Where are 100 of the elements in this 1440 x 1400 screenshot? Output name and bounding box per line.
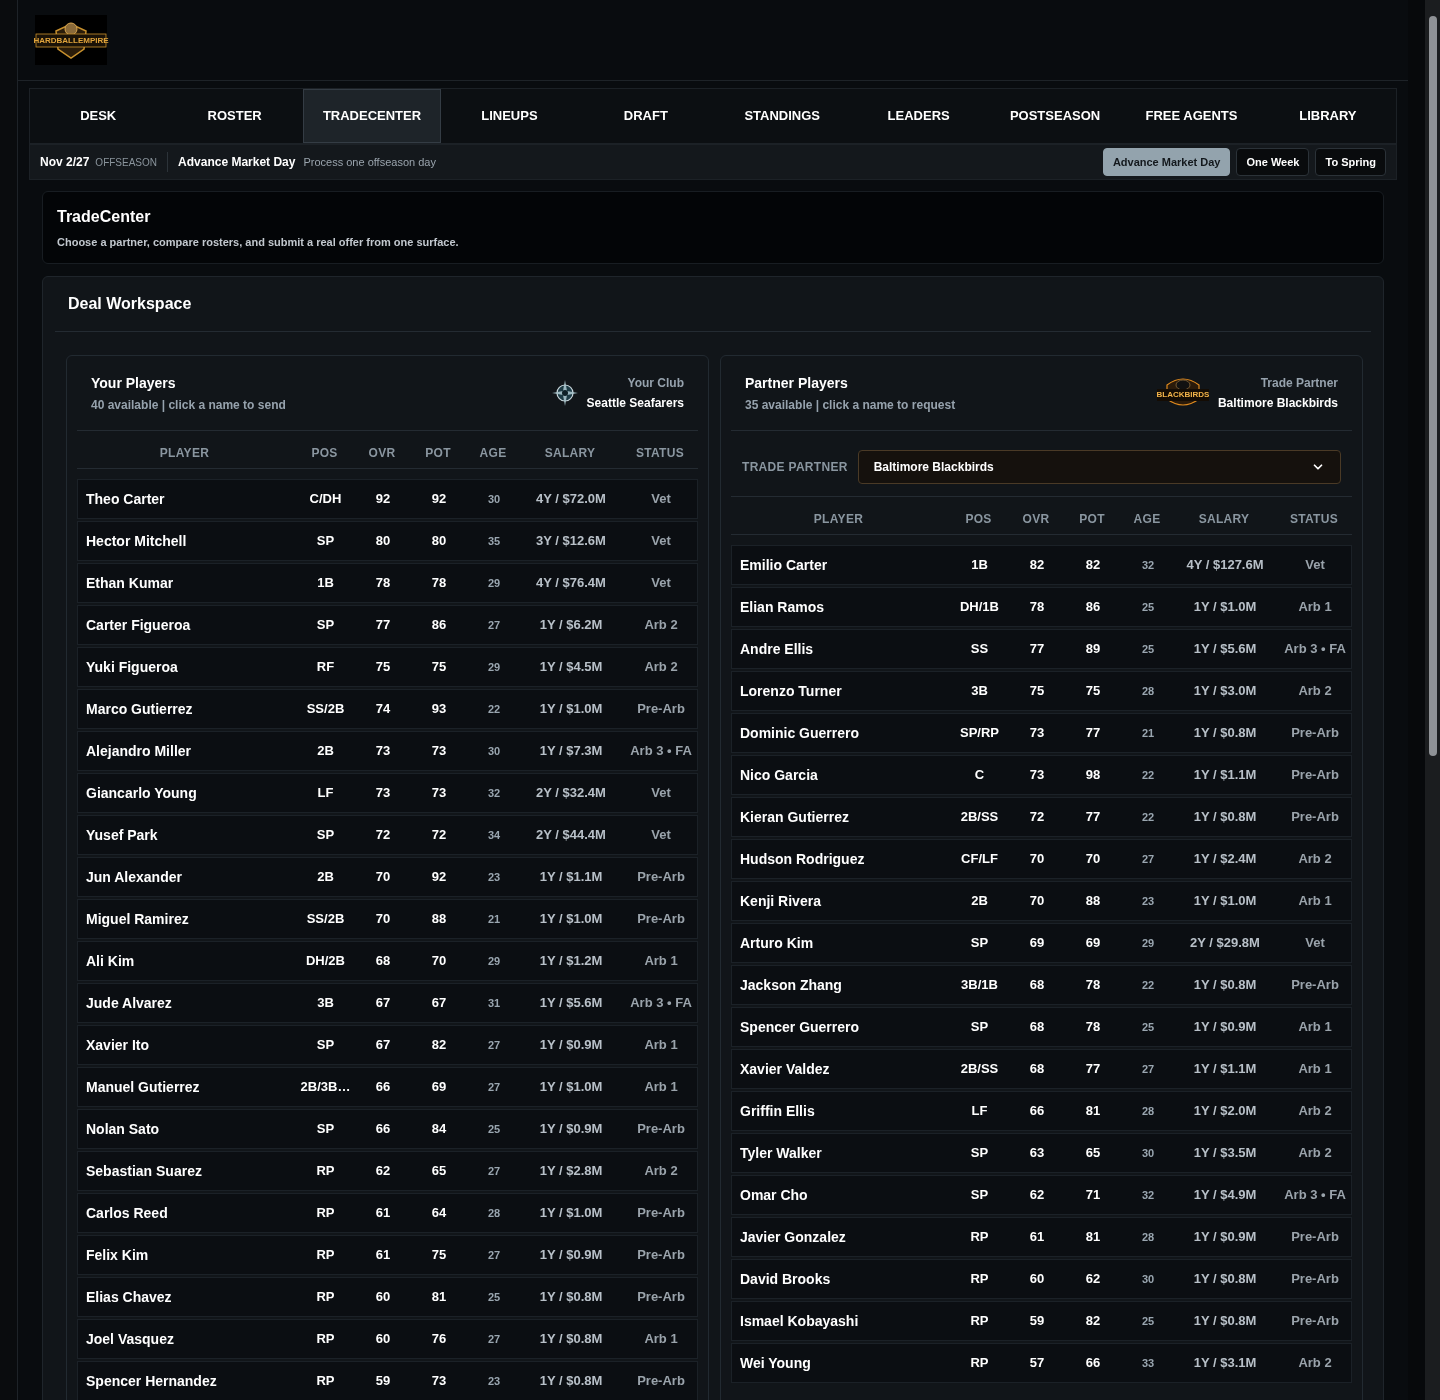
nav-tab[interactable]: TRADECENTER bbox=[302, 89, 442, 143]
player-row[interactable]: Griffin Ellis LF 66 81 28 1Y / $2.0M Arb 2 bbox=[731, 1091, 1352, 1131]
player-row[interactable]: Spencer Hernandez RP 59 73 23 1Y / $0.8M Pre-Arb bbox=[77, 1361, 698, 1400]
player-row[interactable]: Yusef Park SP 72 72 34 2Y / $44.4M Vet bbox=[77, 815, 698, 855]
table-cell-text: 31 bbox=[486, 995, 502, 1011]
table-cell-text: 67 bbox=[374, 994, 392, 1013]
table-cell-text: 1Y / $0.8M bbox=[1192, 808, 1258, 827]
table-cell-text: 1Y / $0.8M bbox=[1192, 1270, 1258, 1289]
table-cell-text: 25 bbox=[1140, 641, 1156, 657]
player-row[interactable]: Ethan Kumar 1B 78 78 29 4Y / $76.4M Vet bbox=[77, 563, 698, 603]
table-cell-text: 1Y / $4.5M bbox=[538, 658, 604, 677]
scrollbar[interactable] bbox=[1425, 0, 1440, 1400]
column-header: POS bbox=[964, 510, 993, 528]
table-cell-text: Spencer Hernandez bbox=[85, 1371, 218, 1391]
player-row[interactable]: Kenji Rivera 2B 70 88 23 1Y / $1.0M Arb 1 bbox=[731, 881, 1352, 921]
player-row[interactable]: Ismael Kobayashi RP 59 82 25 1Y / $0.8M Pre-Arb bbox=[731, 1301, 1352, 1341]
nav-tab[interactable]: LEADERS bbox=[850, 89, 987, 143]
player-row[interactable]: Emilio Carter 1B 82 82 32 4Y / $127.6M Vet bbox=[731, 545, 1352, 585]
table-cell-text: 3Y / $12.6M bbox=[535, 532, 607, 551]
table-cell-text: 28 bbox=[1140, 1103, 1156, 1119]
player-row[interactable]: Wei Young RP 57 66 33 1Y / $3.1M Arb 2 bbox=[731, 1343, 1352, 1383]
table-cell-text: 23 bbox=[486, 1373, 502, 1389]
player-row[interactable]: Jude Alvarez 3B 67 67 31 1Y / $5.6M Arb 3 • FA bbox=[77, 983, 698, 1023]
table-cell-text: Vet bbox=[1304, 556, 1326, 575]
table-cell-text: Alejandro Miller bbox=[85, 741, 193, 761]
player-row[interactable]: Alejandro Miller 2B 73 73 30 1Y / $7.3M Arb 3 • FA bbox=[77, 731, 698, 771]
table-cell-text: 75 bbox=[430, 658, 448, 677]
player-row[interactable]: Hector Mitchell SP 80 80 35 3Y / $12.6M Vet bbox=[77, 521, 698, 561]
nav-tab[interactable]: LIBRARY bbox=[1259, 89, 1397, 143]
table-cell-text: SP bbox=[969, 934, 990, 953]
player-row[interactable]: Xavier Ito SP 67 82 27 1Y / $0.9M Arb 1 bbox=[77, 1025, 698, 1065]
table-cell-text: RP bbox=[315, 1162, 336, 1181]
player-row[interactable]: Hudson Rodriguez CF/LF 70 70 27 1Y / $2.4M Arb 2 bbox=[731, 839, 1352, 879]
player-row[interactable]: Omar Cho SP 62 71 32 1Y / $4.9M Arb 3 • FA bbox=[731, 1175, 1352, 1215]
table-cell-text: Pre-Arb bbox=[1290, 808, 1340, 827]
time-button[interactable]: One Week bbox=[1236, 148, 1310, 176]
table-cell-text: 1Y / $6.2M bbox=[538, 616, 604, 635]
table-cell-text: 77 bbox=[1084, 808, 1102, 827]
nav-tab[interactable]: DESK bbox=[30, 89, 167, 143]
player-row[interactable]: Dominic Guerrero SP/RP 73 77 21 1Y / $0.8M Pre-Arb bbox=[731, 713, 1352, 753]
table-cell-text: 75 bbox=[1084, 682, 1102, 701]
player-row[interactable]: Manuel Gutierrez 2B/3B… 66 69 27 1Y / $1.0M Arb 1 bbox=[77, 1067, 698, 1107]
player-row[interactable]: Tyler Walker SP 63 65 30 1Y / $3.5M Arb 2 bbox=[731, 1133, 1352, 1173]
player-row[interactable]: Nolan Sato SP 66 84 25 1Y / $0.9M Pre-Arb bbox=[77, 1109, 698, 1149]
player-row[interactable]: Jun Alexander 2B 70 92 23 1Y / $1.1M Pre-Arb bbox=[77, 857, 698, 897]
table-cell-text: 29 bbox=[486, 575, 502, 591]
nav-tab[interactable]: FREE AGENTS bbox=[1123, 89, 1260, 143]
player-row[interactable]: Sebastian Suarez RP 62 65 27 1Y / $2.8M Arb 2 bbox=[77, 1151, 698, 1191]
player-row[interactable]: Elian Ramos DH/1B 78 86 25 1Y / $1.0M Arb 1 bbox=[731, 587, 1352, 627]
table-cell-text: 28 bbox=[1140, 1229, 1156, 1245]
nav-tab[interactable]: DRAFT bbox=[577, 89, 715, 143]
player-row[interactable]: Yuki Figueroa RF 75 75 29 1Y / $4.5M Arb 2 bbox=[77, 647, 698, 687]
player-row[interactable]: Andre Ellis SS 77 89 25 1Y / $5.6M Arb 3 • FA bbox=[731, 629, 1352, 669]
player-row[interactable]: Giancarlo Young LF 73 73 32 2Y / $32.4M Vet bbox=[77, 773, 698, 813]
player-row[interactable]: Lorenzo Turner 3B 75 75 28 1Y / $3.0M Arb 2 bbox=[731, 671, 1352, 711]
nav-tab[interactable]: LINEUPS bbox=[441, 89, 578, 143]
table-cell-text: 27 bbox=[486, 617, 502, 633]
table-cell-text: 67 bbox=[430, 994, 448, 1013]
table-cell-text: 2B bbox=[970, 892, 989, 911]
nav-tab[interactable]: POSTSEASON bbox=[986, 89, 1124, 143]
table-cell-text: 70 bbox=[1028, 850, 1046, 869]
table-cell-text: 27 bbox=[1140, 1061, 1156, 1077]
action-title: Advance Market Day bbox=[178, 154, 296, 171]
nav-tab[interactable]: STANDINGS bbox=[714, 89, 851, 143]
player-row[interactable]: Xavier Valdez 2B/SS 68 77 27 1Y / $1.1M Arb 1 bbox=[731, 1049, 1352, 1089]
time-button[interactable]: To Spring bbox=[1315, 148, 1386, 176]
player-row[interactable]: Theo Carter C/DH 92 92 30 4Y / $72.0M Vet bbox=[77, 479, 698, 519]
player-row[interactable]: Carlos Reed RP 61 64 28 1Y / $1.0M Pre-Arb bbox=[77, 1193, 698, 1233]
player-row[interactable]: Miguel Ramirez SS/2B 70 88 21 1Y / $1.0M Pre-Arb bbox=[77, 899, 698, 939]
player-row[interactable]: Spencer Guerrero SP 68 78 25 1Y / $0.9M Arb 1 bbox=[731, 1007, 1352, 1047]
player-row[interactable]: Nico Garcia C 73 98 22 1Y / $1.1M Pre-Arb bbox=[731, 755, 1352, 795]
table-cell-text: 69 bbox=[1028, 934, 1046, 953]
table-cell-text: 70 bbox=[430, 952, 448, 971]
table-cell-text: 65 bbox=[430, 1162, 448, 1181]
table-cell-text: Jackson Zhang bbox=[739, 975, 843, 995]
partner-dropdown[interactable]: Baltimore Blackbirds bbox=[857, 449, 1341, 484]
player-row[interactable]: Carter Figueroa SP 77 86 27 1Y / $6.2M Arb 2 bbox=[77, 605, 698, 645]
player-row[interactable]: David Brooks RP 60 62 30 1Y / $0.8M Pre-Arb bbox=[731, 1259, 1352, 1299]
logo-text: HARDBALLEMPIRE bbox=[33, 36, 109, 45]
club-name: Baltimore Blackbirds bbox=[1217, 395, 1338, 412]
table-cell-text: 3B/1B bbox=[960, 976, 999, 995]
table-cell-text: Andre Ellis bbox=[739, 639, 815, 659]
section-title: Deal Workspace bbox=[68, 294, 192, 314]
player-row[interactable]: Elias Chavez RP 60 81 25 1Y / $0.8M Pre-Arb bbox=[77, 1277, 698, 1317]
player-row[interactable]: Javier Gonzalez RP 61 81 28 1Y / $0.9M Pre-Arb bbox=[731, 1217, 1352, 1257]
table-cell-text: 1Y / $0.9M bbox=[538, 1120, 604, 1139]
player-row[interactable]: Arturo Kim SP 69 69 29 2Y / $29.8M Vet bbox=[731, 923, 1352, 963]
column-header: AGE bbox=[478, 444, 508, 462]
player-row[interactable]: Kieran Gutierrez 2B/SS 72 77 22 1Y / $0.8M Pre-Arb bbox=[731, 797, 1352, 837]
table-cell-text: 1Y / $1.0M bbox=[538, 1078, 604, 1097]
table-cell-text: 70 bbox=[1028, 892, 1046, 911]
nav-tab[interactable]: ROSTER bbox=[166, 89, 303, 143]
time-button[interactable]: Advance Market Day bbox=[1102, 148, 1231, 176]
player-row[interactable]: Jackson Zhang 3B/1B 68 78 22 1Y / $0.8M Pre-Arb bbox=[731, 965, 1352, 1005]
player-row[interactable]: Joel Vasquez RP 60 76 27 1Y / $0.8M Arb 1 bbox=[77, 1319, 698, 1359]
table-cell-text: 77 bbox=[1084, 1060, 1102, 1079]
player-row[interactable]: Ali Kim DH/2B 68 70 29 1Y / $1.2M Arb 1 bbox=[77, 941, 698, 981]
table-cell-text: 30 bbox=[486, 491, 502, 507]
player-row[interactable]: Felix Kim RP 61 75 27 1Y / $0.9M Pre-Arb bbox=[77, 1235, 698, 1275]
player-row[interactable]: Marco Gutierrez SS/2B 74 93 22 1Y / $1.0M Pre-Arb bbox=[77, 689, 698, 729]
